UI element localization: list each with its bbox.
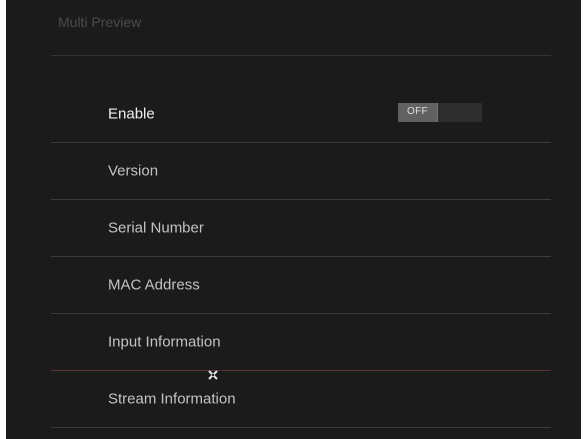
enable-toggle[interactable]: OFF <box>398 103 482 122</box>
page-title: Multi Preview <box>58 14 142 30</box>
setting-label-enable: Enable <box>108 105 155 123</box>
setting-row-stream-information[interactable]: Stream Information <box>51 371 551 428</box>
setting-row-serial-number[interactable]: Serial Number <box>51 200 551 257</box>
toggle-state-label: OFF <box>407 106 428 117</box>
setting-row-mac-address[interactable]: MAC Address <box>51 257 551 314</box>
setting-label-stream-information: Stream Information <box>108 390 236 408</box>
multi-preview-panel: Multi Preview Enable OFF Version Serial … <box>6 0 581 439</box>
setting-row-input-information[interactable]: Input Information <box>51 314 551 371</box>
setting-label-input-information: Input Information <box>108 333 221 351</box>
crosshair-cursor-icon <box>208 370 218 380</box>
title-divider <box>51 55 551 56</box>
setting-label-version: Version <box>108 162 159 180</box>
setting-label-mac-address: MAC Address <box>108 276 200 294</box>
setting-label-serial-number: Serial Number <box>108 219 204 237</box>
setting-row-version[interactable]: Version <box>51 143 551 200</box>
